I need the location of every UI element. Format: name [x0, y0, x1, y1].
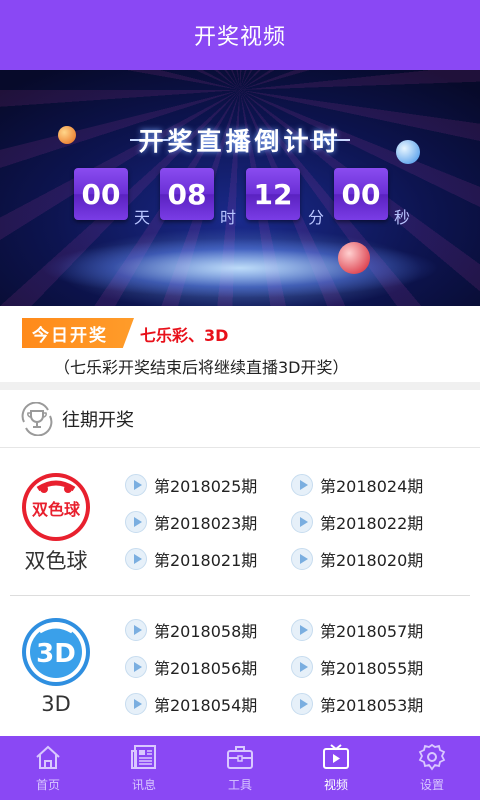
play-icon: [125, 548, 147, 570]
3d-logo: 3D: [18, 614, 94, 690]
top-bar: 开奖视频: [0, 0, 480, 70]
tab-video-label: 视频: [323, 778, 348, 792]
lottery-ball-icon: [338, 242, 370, 274]
3d-logo-text: 3D: [36, 639, 76, 669]
play-icon: [291, 511, 313, 533]
countdown-hours-unit: 时: [220, 208, 237, 227]
lottery-name-3d: 3D: [41, 692, 71, 716]
tab-tools-label: 工具: [227, 778, 252, 792]
countdown-days-unit: 天: [134, 208, 151, 227]
period-label: 第2018058期: [154, 622, 258, 641]
countdown-seconds-unit: 秒: [394, 208, 411, 227]
period-label: 第2018021期: [154, 551, 258, 570]
period-label: 第2018053期: [320, 696, 424, 715]
period-link[interactable]: 第2018053期: [291, 692, 423, 716]
trophy-icon: [21, 402, 53, 436]
3d-logo-icon: 3D: [22, 618, 90, 686]
lottery-group-ssq: 双色球 双色球 第2018025期 第2018024期 第2018023期 第2…: [0, 449, 480, 595]
ssq-logo-text: 双色球: [32, 500, 81, 519]
tab-tools[interactable]: 工具: [192, 736, 288, 800]
countdown-minutes-unit: 分: [308, 208, 325, 227]
tab-settings[interactable]: 设置: [384, 736, 480, 800]
play-icon: [291, 619, 313, 641]
bottom-tab-bar: 首页 讯息 工具 视频 设置: [0, 736, 480, 800]
home-icon: [36, 745, 60, 769]
news-icon: [131, 745, 156, 769]
period-label: 第2018025期: [154, 477, 258, 496]
toolbox-icon: [227, 746, 253, 769]
period-link[interactable]: 第2018055期: [291, 655, 423, 679]
play-icon: [291, 693, 313, 715]
past-draws-title: 往期开奖: [62, 410, 134, 431]
ssq-logo-icon: 双色球: [22, 473, 90, 541]
lottery-ball-icon: [58, 126, 76, 144]
countdown-minutes: 12: [246, 168, 300, 220]
tab-news-label: 讯息: [131, 778, 156, 792]
page-title: 开奖视频: [193, 25, 286, 50]
period-link[interactable]: 第2018021期: [125, 547, 257, 571]
lottery-name-ssq: 双色球: [24, 549, 88, 573]
play-icon: [125, 474, 147, 496]
period-label: 第2018023期: [154, 514, 258, 533]
today-draw-note: （七乐彩开奖结束后将继续直播3D开奖）: [54, 358, 349, 377]
period-label: 第2018024期: [320, 477, 424, 496]
section-divider: [0, 382, 480, 390]
countdown-hours: 08: [160, 168, 214, 220]
play-icon: [291, 474, 313, 496]
play-icon: [291, 656, 313, 678]
countdown-days: 00: [74, 168, 128, 220]
period-label: 第2018022期: [320, 514, 424, 533]
today-draw-tag: 今日开奖: [22, 318, 134, 348]
play-icon: [125, 511, 147, 533]
tab-home[interactable]: 首页: [0, 736, 96, 800]
play-icon: [125, 656, 147, 678]
video-icon: [323, 744, 349, 769]
period-label: 第2018054期: [154, 696, 258, 715]
today-draw-games: 七乐彩、3D: [140, 326, 229, 345]
period-link[interactable]: 第2018057期: [291, 618, 423, 642]
play-icon: [125, 619, 147, 641]
play-icon: [291, 548, 313, 570]
app-root: 开奖视频 开奖直播倒计时 00 天 08 时 12 分 00 秒 今日开奖 七乐…: [0, 0, 480, 800]
lottery-group-3d: 3D 3D 第2018058期 第2018057期 第2018056期 第201…: [0, 596, 480, 736]
countdown-banner: 开奖直播倒计时 00 天 08 时 12 分 00 秒: [0, 70, 480, 306]
period-link[interactable]: 第2018024期: [291, 473, 423, 497]
period-label: 第2018057期: [320, 622, 424, 641]
period-label: 第2018056期: [154, 659, 258, 678]
ssq-logo: 双色球: [18, 469, 94, 545]
tab-settings-label: 设置: [419, 778, 444, 792]
period-link[interactable]: 第2018022期: [291, 510, 423, 534]
past-draws-header: 往期开奖: [0, 390, 480, 448]
period-link[interactable]: 第2018020期: [291, 547, 423, 571]
period-link[interactable]: 第2018025期: [125, 473, 257, 497]
banner-stage-light: [40, 238, 440, 298]
period-label: 第2018020期: [320, 551, 424, 570]
gear-icon: [418, 743, 446, 771]
period-label: 第2018055期: [320, 659, 424, 678]
period-link[interactable]: 第2018023期: [125, 510, 257, 534]
today-draw-section: 今日开奖 七乐彩、3D （七乐彩开奖结束后将继续直播3D开奖）: [0, 306, 480, 382]
tab-home-label: 首页: [35, 778, 60, 792]
tab-news[interactable]: 讯息: [96, 736, 192, 800]
tab-video[interactable]: 视频: [288, 736, 384, 800]
lottery-ball-icon: [396, 140, 420, 164]
period-link[interactable]: 第2018054期: [125, 692, 257, 716]
period-link[interactable]: 第2018056期: [125, 655, 257, 679]
play-icon: [125, 693, 147, 715]
countdown-seconds: 00: [334, 168, 388, 220]
period-link[interactable]: 第2018058期: [125, 618, 257, 642]
